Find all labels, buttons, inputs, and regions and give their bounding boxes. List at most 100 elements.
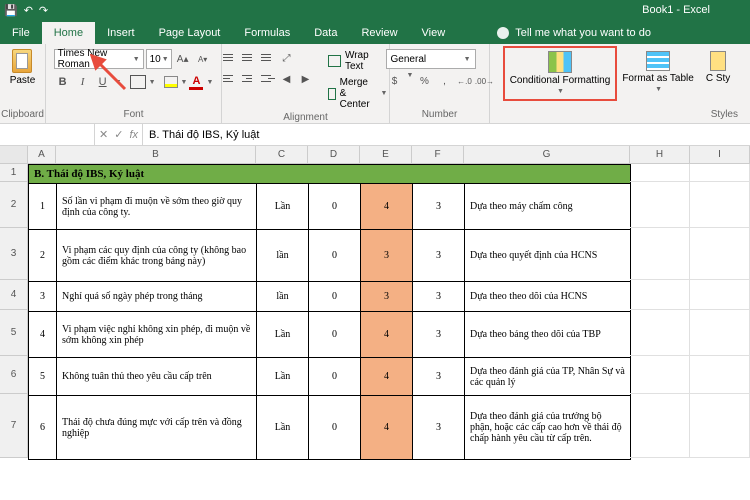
fb-enter-icon[interactable]: ✓: [114, 128, 123, 141]
cell[interactable]: 1: [29, 184, 57, 230]
row-header-5[interactable]: 5: [0, 310, 28, 356]
col-header-F[interactable]: F: [412, 146, 464, 163]
align-left-button[interactable]: [221, 70, 239, 86]
indent-inc-button[interactable]: ▶: [297, 70, 315, 88]
indent-dec-button[interactable]: ◀: [278, 70, 296, 88]
cell-styles-button[interactable]: C Sty: [702, 49, 734, 86]
border-button[interactable]: [130, 75, 146, 89]
row-header-3[interactable]: 3: [0, 228, 28, 280]
bold-button[interactable]: B: [54, 73, 72, 91]
cell[interactable]: 0: [309, 184, 361, 230]
cell[interactable]: 0: [309, 312, 361, 358]
cell[interactable]: 3: [413, 396, 465, 460]
cell[interactable]: Dựa theo quyết định của HCNS: [465, 230, 631, 282]
font-name-select[interactable]: Times New Roman▼: [54, 49, 144, 69]
font-color-button[interactable]: A: [189, 75, 203, 90]
tab-insert[interactable]: Insert: [95, 22, 147, 44]
cells-area[interactable]: B. Thái độ IBS, Kỷ luật1Số lần vi phạm đ…: [28, 164, 750, 458]
col-header-D[interactable]: D: [308, 146, 360, 163]
cell[interactable]: Nghỉ quá số ngày phép trong tháng: [57, 282, 257, 312]
redo-icon[interactable]: ↷: [39, 4, 48, 17]
percent-button[interactable]: %: [415, 72, 433, 90]
col-header-E[interactable]: E: [360, 146, 412, 163]
fill-color-button[interactable]: [164, 76, 178, 88]
number-format-select[interactable]: General▼: [386, 49, 476, 69]
align-bottom-button[interactable]: [259, 49, 277, 65]
underline-button[interactable]: U: [94, 73, 112, 91]
format-as-table-button[interactable]: Format as Table▼: [618, 49, 698, 96]
cell[interactable]: 4: [361, 184, 413, 230]
cell[interactable]: Số lần vi phạm đi muộn về sớm theo giờ q…: [57, 184, 257, 230]
fb-cancel-icon[interactable]: ✕: [99, 128, 108, 141]
cell[interactable]: 3: [29, 282, 57, 312]
select-all-corner[interactable]: [0, 146, 28, 163]
cell[interactable]: 3: [413, 358, 465, 396]
tab-data[interactable]: Data: [302, 22, 349, 44]
col-header-I[interactable]: I: [690, 146, 750, 163]
cell[interactable]: Dựa theo đánh giá của trưởng bộ phận, ho…: [465, 396, 631, 460]
row-header-2[interactable]: 2: [0, 182, 28, 228]
merge-center-button[interactable]: Merge & Center▼: [325, 76, 391, 111]
cell[interactable]: 3: [413, 312, 465, 358]
grow-font-button[interactable]: A▴: [174, 50, 192, 68]
cell[interactable]: 0: [309, 282, 361, 312]
col-header-B[interactable]: B: [56, 146, 256, 163]
cell[interactable]: 4: [361, 312, 413, 358]
save-icon[interactable]: 💾: [4, 4, 18, 17]
align-right-button[interactable]: [259, 70, 277, 86]
cell[interactable]: 6: [29, 396, 57, 460]
cell[interactable]: Lần: [257, 312, 309, 358]
table-header[interactable]: B. Thái độ IBS, Kỷ luật: [29, 165, 631, 184]
cell[interactable]: Dựa theo máy chấm công: [465, 184, 631, 230]
cell[interactable]: 0: [309, 396, 361, 460]
col-header-A[interactable]: A: [28, 146, 56, 163]
cell[interactable]: Dựa theo đánh giá của TP, Nhân Sự và các…: [465, 358, 631, 396]
conditional-formatting-button[interactable]: Conditional Formatting▼: [506, 49, 615, 98]
col-header-H[interactable]: H: [630, 146, 690, 163]
font-size-select[interactable]: 10▼: [146, 49, 172, 69]
italic-button[interactable]: I: [74, 73, 92, 91]
cell[interactable]: 5: [29, 358, 57, 396]
tab-file[interactable]: File: [0, 22, 42, 44]
cell[interactable]: 3: [413, 230, 465, 282]
cell[interactable]: 4: [29, 312, 57, 358]
cell[interactable]: Lần: [257, 184, 309, 230]
undo-icon[interactable]: ↶: [24, 4, 33, 17]
cell[interactable]: 0: [309, 358, 361, 396]
col-header-G[interactable]: G: [464, 146, 630, 163]
tab-pagelayout[interactable]: Page Layout: [147, 22, 233, 44]
cell[interactable]: Vi phạm các quy định của công ty (không …: [57, 230, 257, 282]
cell[interactable]: 3: [361, 282, 413, 312]
tab-view[interactable]: View: [410, 22, 458, 44]
inc-decimal-button[interactable]: ←.0: [455, 72, 473, 90]
tell-me[interactable]: Tell me what you want to do: [487, 22, 661, 44]
cell[interactable]: 3: [413, 184, 465, 230]
comma-button[interactable]: ,: [435, 72, 453, 90]
cell[interactable]: Dựa theo bảng theo dõi của TBP: [465, 312, 631, 358]
cell[interactable]: 3: [361, 230, 413, 282]
formula-input[interactable]: B. Thái độ IBS, Kỷ luật: [143, 124, 750, 145]
cell[interactable]: 4: [361, 358, 413, 396]
cell[interactable]: Dựa theo theo dõi của HCNS: [465, 282, 631, 312]
row-header-7[interactable]: 7: [0, 394, 28, 458]
row-header-4[interactable]: 4: [0, 280, 28, 310]
cell[interactable]: 2: [29, 230, 57, 282]
tab-home[interactable]: Home: [42, 22, 95, 44]
wrap-text-button[interactable]: Wrap Text: [325, 49, 391, 73]
align-top-button[interactable]: [221, 49, 239, 65]
paste-button[interactable]: Paste: [10, 49, 36, 86]
currency-button[interactable]: $: [386, 72, 404, 90]
cell[interactable]: Vi phạm việc nghỉ không xin phép, đi muộ…: [57, 312, 257, 358]
align-middle-button[interactable]: [240, 49, 258, 65]
cell[interactable]: 4: [361, 396, 413, 460]
name-box[interactable]: [0, 124, 95, 145]
align-center-button[interactable]: [240, 70, 258, 86]
shrink-font-button[interactable]: A▾: [194, 50, 212, 68]
tab-review[interactable]: Review: [349, 22, 409, 44]
cell[interactable]: Lần: [257, 396, 309, 460]
cell[interactable]: 0: [309, 230, 361, 282]
col-header-C[interactable]: C: [256, 146, 308, 163]
cell[interactable]: Thái độ chưa đúng mực với cấp trên và đồ…: [57, 396, 257, 460]
row-header-6[interactable]: 6: [0, 356, 28, 394]
orientation-button[interactable]: ⤢: [278, 49, 296, 67]
